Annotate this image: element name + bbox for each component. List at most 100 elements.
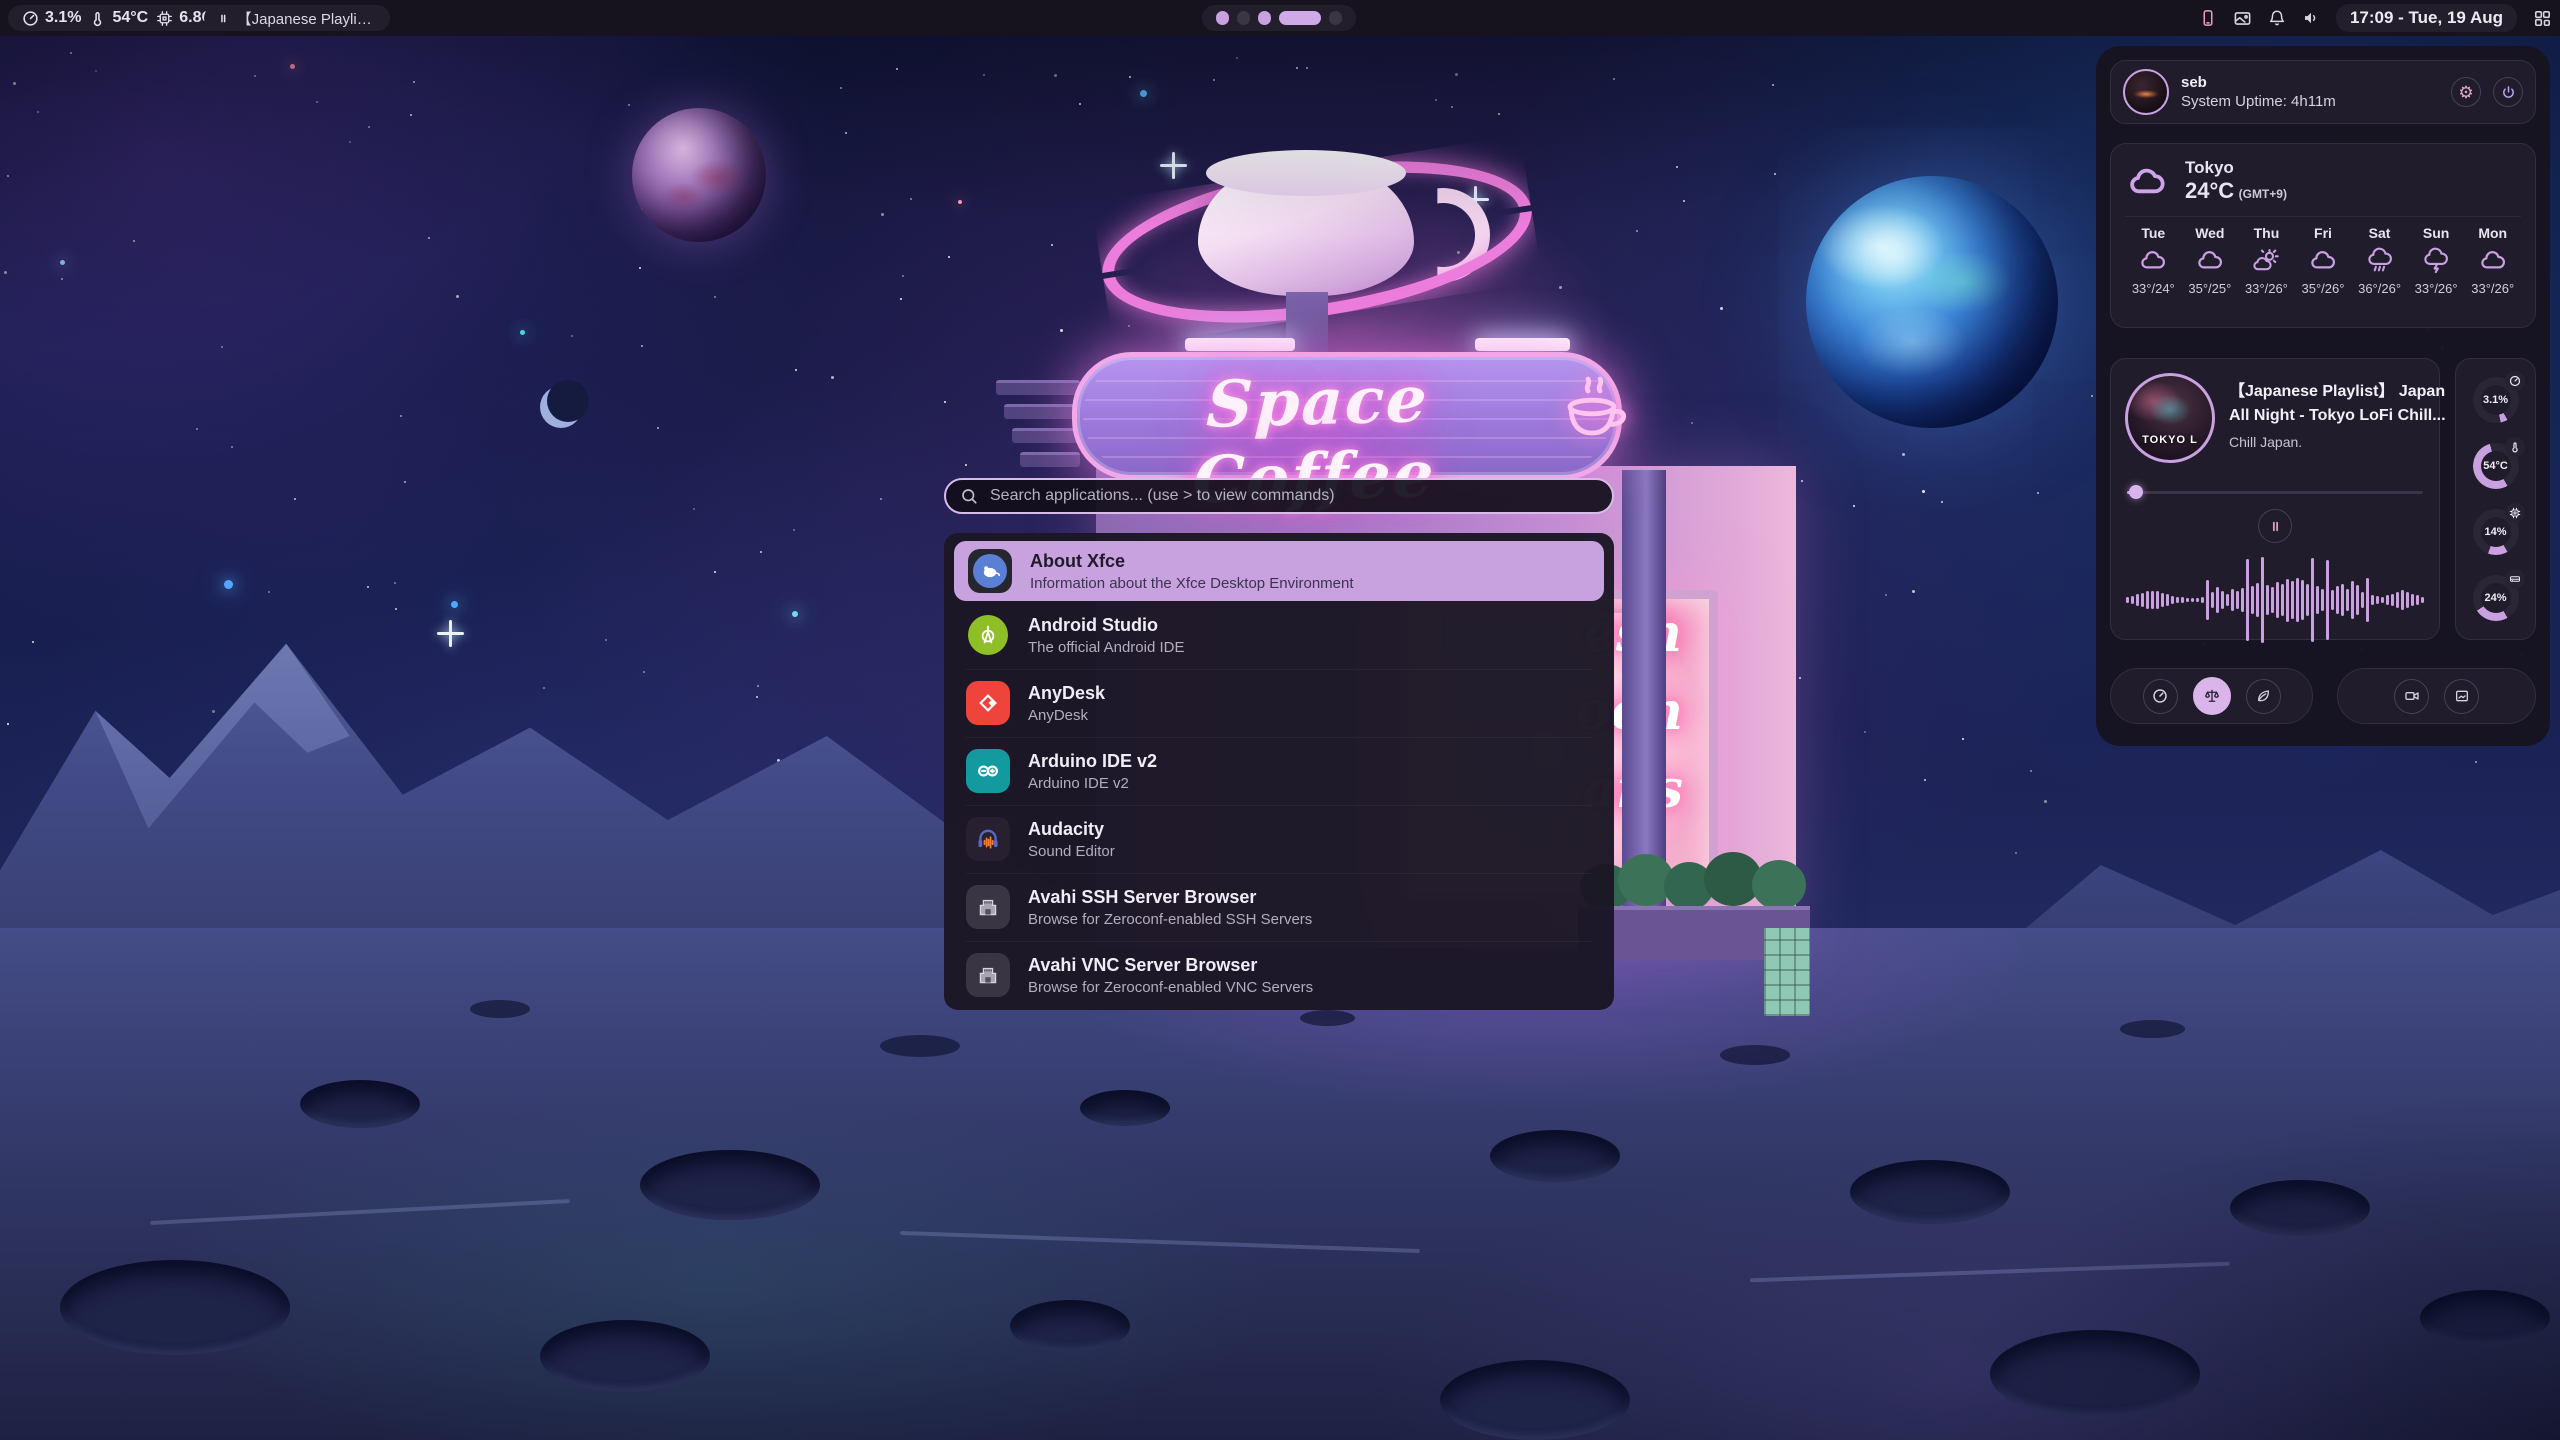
workspace-dot-empty[interactable] (1237, 11, 1250, 25)
album-art: TOKYO L (2125, 373, 2215, 463)
gear-icon: ⚙ (2458, 84, 2473, 101)
settings-button[interactable]: ⚙ (2451, 77, 2481, 107)
workspace-dot-active[interactable] (1279, 11, 1320, 25)
forecast-day: Wed (2182, 225, 2239, 241)
search-input[interactable] (988, 486, 1598, 506)
cpu-usage-stat: 3.1% (22, 9, 81, 27)
track-subtitle: Chill Japan. (2229, 434, 2425, 450)
power-profile-group (2110, 668, 2313, 724)
app-name: Android Studio (1028, 615, 1184, 636)
scales-icon (2203, 687, 2221, 705)
chip-icon (156, 10, 173, 27)
app-name: Avahi SSH Server Browser (1028, 887, 1312, 908)
forecast-temps: 33°/26° (2464, 281, 2521, 296)
divider (2125, 216, 2521, 217)
overview-icon[interactable] (2533, 9, 2552, 28)
workspace-switcher[interactable] (1202, 5, 1356, 31)
temp-gauge: 54°C (2473, 443, 2519, 489)
play-pause-button[interactable] (2258, 509, 2292, 543)
track-title-line2: All Night - Tokyo LoFi Chill... (2229, 405, 2425, 427)
video-camera-icon (2404, 688, 2420, 704)
app-name: About Xfce (1030, 551, 1354, 572)
app-description: Sound Editor (1028, 843, 1115, 860)
balanced-profile-button[interactable] (2193, 677, 2231, 715)
pause-icon (218, 12, 229, 25)
forecast-temps: 36°/26° (2351, 281, 2408, 296)
app-list: About Xfce Information about the Xfce De… (944, 533, 1614, 1010)
app-description: Browse for Zeroconf-enabled VNC Servers (1028, 979, 1313, 996)
wallpaper-icon[interactable] (2233, 9, 2252, 28)
app-row-anydesk[interactable]: AnyDesk AnyDesk (944, 669, 1614, 737)
app-description: AnyDesk (1028, 707, 1105, 724)
app-description: Information about the Xfce Desktop Envir… (1030, 575, 1354, 592)
workspace-dot-occupied[interactable] (1258, 11, 1271, 25)
clock[interactable]: 17:09 - Tue, 19 Aug (2336, 4, 2517, 32)
chip-icon (2505, 503, 2525, 523)
app-name: Arduino IDE v2 (1028, 751, 1157, 772)
rain-cloud-icon (2351, 247, 2408, 275)
now-playing-label: 【Japanese Playlist】 J... (237, 8, 376, 29)
app-row-android-studio[interactable]: Android Studio The official Android IDE (944, 601, 1614, 669)
screenshot-icon (2454, 688, 2470, 704)
now-playing-pill[interactable]: 【Japanese Playlist】 J... (204, 5, 390, 31)
app-name: AnyDesk (1028, 683, 1105, 704)
top-bar: 3.1% 54°C 6.8G 【Japanese Playlist】 J... (0, 0, 2560, 36)
xfce-icon (968, 549, 1012, 593)
audacity-icon (966, 817, 1010, 861)
power-button[interactable] (2493, 77, 2523, 107)
app-row-about-xfce[interactable]: About Xfce Information about the Xfce De… (954, 541, 1604, 601)
workspace-dot-empty[interactable] (1329, 11, 1342, 25)
arduino-icon (966, 749, 1010, 793)
volume-icon[interactable] (2302, 9, 2320, 27)
forecast-row: Tue Wed Thu Fri Sat Sun Mon 33°/24° 35°/… (2125, 225, 2521, 296)
android-studio-icon (966, 613, 1010, 657)
app-row-avahi-ssh[interactable]: Avahi SSH Server Browser Browse for Zero… (944, 873, 1614, 941)
bell-icon[interactable] (2268, 9, 2286, 27)
top-bar-tray: 17:09 - Tue, 19 Aug (2199, 0, 2552, 36)
power-saver-profile-button[interactable] (2246, 679, 2281, 714)
network-port-icon (966, 953, 1010, 997)
search-bar[interactable] (944, 478, 1614, 514)
network-port-icon (966, 885, 1010, 929)
seek-bar[interactable] (2125, 485, 2425, 499)
quick-actions-group (2337, 668, 2536, 724)
gauge-icon (2505, 371, 2525, 391)
forecast-day: Sun (2408, 225, 2465, 241)
thermometer-icon (89, 10, 106, 27)
pause-icon (2269, 520, 2282, 533)
storm-cloud-icon (2408, 247, 2465, 275)
forecast-day: Sat (2351, 225, 2408, 241)
album-art-text: TOKYO L (2128, 434, 2212, 446)
phone-icon[interactable] (2199, 9, 2217, 27)
username: seb (2181, 74, 2439, 91)
memory-gauge: 14% (2473, 509, 2519, 555)
screenshot-button[interactable] (2444, 679, 2479, 714)
cloud-icon (2125, 247, 2182, 275)
user-card: seb System Uptime: 4h11m ⚙ (2110, 60, 2536, 124)
avatar (2123, 69, 2169, 115)
forecast-temps: 33°/26° (2238, 281, 2295, 296)
leaf-icon (2255, 688, 2271, 704)
forecast-temps: 35°/26° (2295, 281, 2352, 296)
disk-gauge: 24% (2473, 575, 2519, 621)
uptime-label: System Uptime: 4h11m (2181, 93, 2439, 110)
app-description: Arduino IDE v2 (1028, 775, 1157, 792)
screen-record-button[interactable] (2394, 679, 2429, 714)
forecast-temps: 35°/25° (2182, 281, 2239, 296)
music-widget: TOKYO L 【Japanese Playlist】 Japan All Ni… (2110, 358, 2440, 640)
workspace-dot-occupied[interactable] (1216, 11, 1229, 25)
app-name: Avahi VNC Server Browser (1028, 955, 1313, 976)
power-icon (2501, 85, 2516, 100)
weather-widget: Tokyo 24°C (GMT+9) Tue Wed Thu Fri Sat S… (2110, 143, 2536, 328)
app-row-avahi-vnc[interactable]: Avahi VNC Server Browser Browse for Zero… (944, 941, 1614, 1009)
app-row-arduino[interactable]: Arduino IDE v2 Arduino IDE v2 (944, 737, 1614, 805)
performance-profile-button[interactable] (2143, 679, 2178, 714)
system-gauges: 3.1% 54°C 14% 24% (2455, 358, 2536, 640)
weather-temp: 24°C (2185, 178, 2234, 203)
forecast-temps: 33°/26° (2408, 281, 2465, 296)
app-row-audacity[interactable]: Audacity Sound Editor (944, 805, 1614, 873)
forecast-day: Thu (2238, 225, 2295, 241)
temperature-value: 54°C (112, 9, 148, 27)
weather-timezone: (GMT+9) (2239, 187, 2287, 201)
desktop: esh oon ans Space Coffee 3.1% (0, 0, 2560, 1440)
